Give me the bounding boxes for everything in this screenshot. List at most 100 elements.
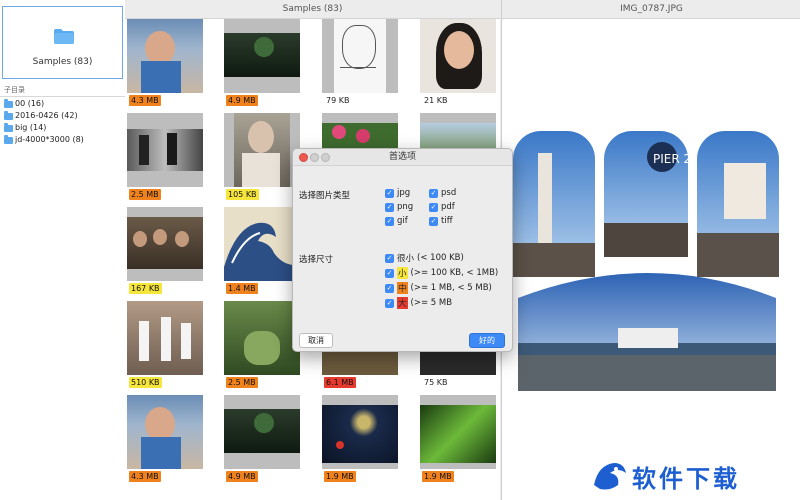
thumbnail-cell[interactable]: 1.9 MB bbox=[420, 395, 496, 485]
dragon-logo-icon bbox=[594, 463, 626, 490]
checkbox-label: png bbox=[397, 202, 414, 212]
folder-icon bbox=[4, 110, 13, 120]
checkbox-jpg[interactable]: ✓ jpg bbox=[385, 188, 410, 198]
size-label: 选择尺寸 bbox=[299, 255, 334, 265]
subdir-item[interactable]: 2016-0426 (42) bbox=[0, 110, 125, 122]
thumbnail-image bbox=[127, 19, 203, 93]
subdir-item-label: 2016-0426 (42) bbox=[15, 111, 78, 120]
size-mark: 很小 bbox=[397, 254, 415, 264]
close-button[interactable] bbox=[299, 153, 308, 162]
divider bbox=[0, 96, 125, 97]
thumbnail-cell[interactable]: 4.3 MB bbox=[127, 19, 203, 109]
size-badge: 1.4 MB bbox=[226, 283, 258, 294]
size-badge: 4.3 MB bbox=[129, 95, 161, 106]
size-range: (>= 1 MB, < 5 MB) bbox=[410, 283, 492, 293]
checkbox-png[interactable]: ✓ png bbox=[385, 202, 413, 212]
ok-button[interactable]: 好的 bbox=[469, 333, 505, 348]
size-badge: 79 KB bbox=[326, 96, 350, 105]
thumbnail-cell[interactable]: 2.5 MB bbox=[224, 301, 300, 391]
thumbnail-cell[interactable]: 105 KB bbox=[224, 113, 300, 203]
folder-icon bbox=[54, 29, 74, 44]
check-icon: ✓ bbox=[385, 202, 394, 212]
check-icon: ✓ bbox=[385, 188, 394, 198]
size-badge: 4.9 MB bbox=[226, 471, 258, 482]
size-badge: 2.5 MB bbox=[129, 189, 161, 200]
size-badge: 167 KB bbox=[129, 283, 162, 294]
thumbnail-cell[interactable]: 21 KB bbox=[420, 19, 496, 109]
thumbnail-cell[interactable]: 1.4 MB bbox=[224, 207, 300, 297]
checkbox-psd[interactable]: ✓ psd bbox=[429, 188, 456, 198]
checkbox-gif[interactable]: ✓ gif bbox=[385, 216, 408, 226]
thumbnail-image bbox=[224, 207, 300, 281]
folder-icon bbox=[4, 134, 13, 144]
thumbnail-cell[interactable]: 1.9 MB bbox=[322, 395, 398, 485]
size-badge: 4.3 MB bbox=[129, 471, 161, 482]
size-badge: 2.5 MB bbox=[226, 377, 258, 388]
thumbnail-cell[interactable]: 4.3 MB bbox=[127, 395, 203, 485]
checkbox-size-large[interactable]: ✓ 大 (>= 5 MB bbox=[385, 297, 452, 309]
watermark: 软件下载 bbox=[590, 455, 795, 495]
dialog-title: 首选项 bbox=[388, 152, 416, 162]
dialog-titlebar: 首选项 bbox=[293, 149, 512, 166]
size-badge: 75 KB bbox=[424, 378, 448, 387]
thumbnail-cell[interactable]: 4.9 MB bbox=[224, 19, 300, 109]
size-badge: 21 KB bbox=[424, 96, 448, 105]
thumbnail-cell[interactable]: 79 KB bbox=[322, 19, 398, 109]
folder-label: Samples (83) bbox=[32, 57, 93, 67]
folder-icon bbox=[4, 98, 13, 108]
check-icon: ✓ bbox=[429, 188, 438, 198]
checkbox-pdf[interactable]: ✓ pdf bbox=[429, 202, 455, 212]
check-icon: ✓ bbox=[385, 268, 394, 278]
thumbnail-image bbox=[322, 395, 398, 469]
minimize-button[interactable] bbox=[310, 153, 319, 162]
subdir-list: 00 (16) 2016-0426 (42) big (14) jd-4000*… bbox=[0, 98, 125, 146]
check-icon: ✓ bbox=[385, 283, 394, 293]
checkbox-size-medium[interactable]: ✓ 中 (>= 1 MB, < 5 MB) bbox=[385, 282, 492, 294]
thumbnail-image bbox=[127, 395, 203, 469]
checkbox-label: psd bbox=[441, 188, 457, 198]
sidebar: Samples (83) 子目录 00 (16) 2016-0426 (42) … bbox=[0, 0, 126, 500]
thumbnail-cell[interactable]: 2.5 MB bbox=[127, 113, 203, 203]
thumbnail-image bbox=[420, 19, 496, 93]
checkbox-label: gif bbox=[397, 216, 408, 226]
check-icon: ✓ bbox=[429, 202, 438, 212]
thumbnail-image bbox=[224, 113, 300, 187]
size-range: (< 100 KB) bbox=[417, 253, 464, 263]
checkbox-label: pdf bbox=[441, 202, 455, 212]
thumbnail-image bbox=[322, 19, 398, 93]
preview-pane: IMG_0787.JPG PIER 23 bbox=[501, 0, 800, 500]
checkbox-size-small[interactable]: ✓ 小 (>= 100 KB, < 1MB) bbox=[385, 267, 498, 279]
subdir-item-label: 00 (16) bbox=[15, 99, 45, 108]
size-badge: 105 KB bbox=[226, 189, 259, 200]
size-mark: 大 bbox=[397, 297, 408, 309]
size-badge: 510 KB bbox=[129, 377, 162, 388]
folder-icon bbox=[4, 122, 13, 132]
cancel-button[interactable]: 取消 bbox=[299, 333, 333, 348]
type-label: 选择图片类型 bbox=[299, 191, 351, 201]
thumbnail-image bbox=[420, 395, 496, 469]
folder-card-samples[interactable]: Samples (83) bbox=[2, 6, 123, 79]
subdir-item-label: jd-4000*3000 (8) bbox=[15, 135, 84, 144]
thumbnail-cell[interactable]: 510 KB bbox=[127, 301, 203, 391]
subdir-item[interactable]: big (14) bbox=[0, 122, 125, 134]
subdir-item-label: big (14) bbox=[15, 123, 47, 132]
subdir-item[interactable]: 00 (16) bbox=[0, 98, 125, 110]
size-badge: 1.9 MB bbox=[422, 471, 454, 482]
checkbox-tiff[interactable]: ✓ tiff bbox=[429, 216, 453, 226]
size-badge: 6.1 MB bbox=[324, 377, 356, 388]
size-range: (>= 100 KB, < 1MB) bbox=[410, 268, 499, 278]
thumbnail-image bbox=[224, 301, 300, 375]
check-icon: ✓ bbox=[385, 253, 394, 263]
thumbnail-cell[interactable]: 167 KB bbox=[127, 207, 203, 297]
checkbox-size-tiny[interactable]: ✓ 很小 (< 100 KB) bbox=[385, 252, 464, 264]
size-badge: 1.9 MB bbox=[324, 471, 356, 482]
thumbnail-image bbox=[127, 207, 203, 281]
thumbnail-cell[interactable]: 4.9 MB bbox=[224, 395, 300, 485]
subdir-item[interactable]: jd-4000*3000 (8) bbox=[0, 134, 125, 146]
preferences-dialog: 首选项 选择图片类型 ✓ jpg ✓ psd ✓ png ✓ pdf ✓ gif ✓ tif… bbox=[292, 148, 513, 352]
preview-title: IMG_0787.JPG bbox=[502, 0, 800, 19]
check-icon: ✓ bbox=[429, 216, 438, 226]
check-icon: ✓ bbox=[385, 298, 394, 308]
checkbox-label: jpg bbox=[397, 188, 411, 198]
zoom-button[interactable] bbox=[321, 153, 330, 162]
